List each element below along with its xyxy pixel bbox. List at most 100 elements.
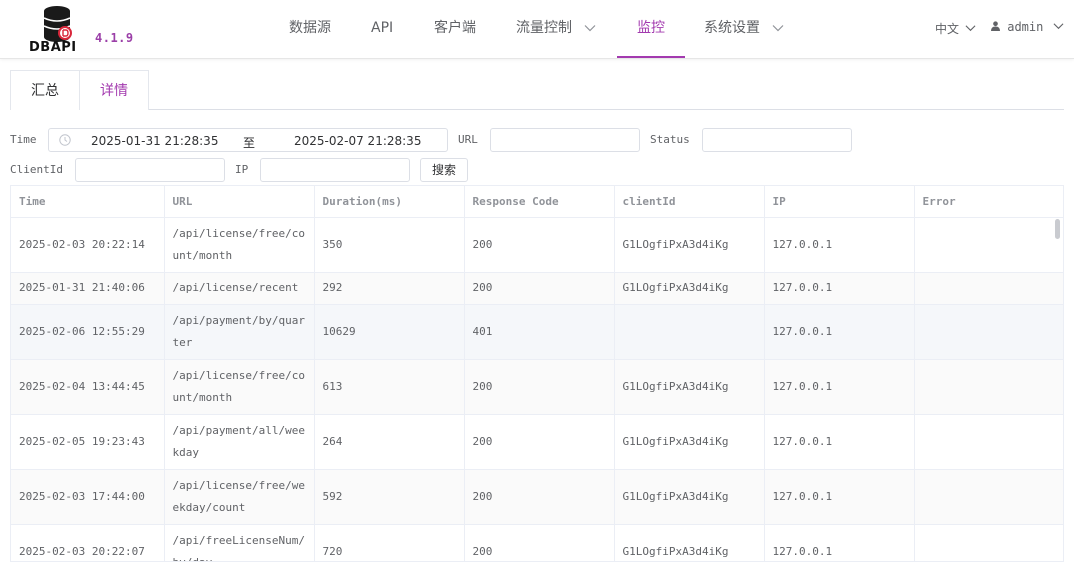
request-log-table: Time URL Duration(ms) Response Code clie… (10, 185, 1064, 562)
url-label: URL (458, 133, 478, 146)
cell-time: 2025-02-03 17:44:00 (11, 469, 165, 525)
cell-ip: 127.0.0.1 (764, 272, 915, 305)
user-name: admin (1007, 20, 1044, 34)
nav-system-settings-label: 系统设置 (704, 20, 760, 36)
cell-ip: 127.0.0.1 (764, 359, 915, 415)
cell-response-code: 401 (464, 304, 615, 360)
cell-response-code: 200 (464, 359, 615, 415)
cell-error (914, 217, 1063, 273)
nav-datasource[interactable]: 数据源 (289, 0, 331, 58)
cell-url: /api/freeLicenseNum/by/day (164, 524, 315, 561)
user-icon (991, 21, 1000, 31)
cell-error (914, 524, 1063, 561)
cell-time: 2025-02-04 13:44:45 (11, 359, 165, 415)
cell-clientid: G1LOgfiPxA3d4iKg (614, 524, 765, 561)
cell-duration: 720 (314, 524, 465, 561)
table-row[interactable]: 2025-01-31 21:40:06 /api/license/recent … (11, 272, 1063, 305)
column-header-duration[interactable]: Duration(ms) (314, 186, 465, 218)
top-navbar: DBAPI 4.1.9 数据源 API 客户端 流量控制 监控 系统设置 中文 … (0, 0, 1074, 59)
nav-api[interactable]: API (371, 0, 393, 58)
cell-ip: 127.0.0.1 (764, 469, 915, 525)
time-end-value[interactable]: 2025-02-07 21:28:35 (294, 134, 421, 148)
cell-response-code: 200 (464, 524, 615, 561)
chevron-down-icon (965, 25, 976, 32)
table-row[interactable]: 2025-02-04 13:44:45 /api/license/free/co… (11, 359, 1063, 415)
clock-icon (59, 134, 71, 146)
cell-duration: 292 (314, 272, 465, 305)
chevron-down-icon (1053, 23, 1064, 30)
cell-response-code: 200 (464, 414, 615, 470)
chevron-down-icon (773, 25, 784, 32)
nav-system-settings[interactable]: 系统设置 (704, 0, 784, 58)
cell-duration: 592 (314, 469, 465, 525)
cell-clientid: G1LOgfiPxA3d4iKg (614, 359, 765, 415)
cell-error (914, 272, 1063, 305)
ip-input[interactable] (260, 158, 410, 182)
cell-time: 2025-01-31 21:40:06 (11, 272, 165, 305)
monitor-tabs: 汇总 详情 (10, 70, 1064, 110)
search-button[interactable]: 搜索 (420, 158, 468, 182)
time-separator: 至 (243, 136, 256, 150)
cell-duration: 613 (314, 359, 465, 415)
column-header-ip[interactable]: IP (764, 186, 915, 218)
nav-client[interactable]: 客户端 (434, 0, 476, 58)
cell-ip: 127.0.0.1 (764, 217, 915, 273)
cell-url: /api/payment/by/quarter (164, 304, 315, 360)
version-label: 4.1.9 (95, 31, 134, 45)
table-header: Time URL Duration(ms) Response Code clie… (11, 186, 1063, 218)
cell-error (914, 359, 1063, 415)
clientid-input[interactable] (75, 158, 225, 182)
cell-response-code: 200 (464, 469, 615, 525)
nav-datasource-label: 数据源 (289, 20, 331, 36)
status-input[interactable] (702, 128, 852, 152)
language-label: 中文 (935, 22, 960, 36)
nav-client-label: 客户端 (434, 20, 476, 36)
table-scrollbar[interactable] (1055, 219, 1060, 239)
cell-time: 2025-02-03 20:22:07 (11, 524, 165, 561)
time-range-picker[interactable]: 2025-01-31 21:28:35 至 2025-02-07 21:28:3… (48, 128, 448, 152)
cell-url: /api/license/free/count/month (164, 217, 315, 273)
cell-response-code: 200 (464, 272, 615, 305)
nav-flow-control-label: 流量控制 (516, 20, 572, 36)
cell-time: 2025-02-05 19:23:43 (11, 414, 165, 470)
cell-error (914, 304, 1063, 360)
cell-time: 2025-02-06 12:55:29 (11, 304, 165, 360)
nav-monitor[interactable]: 监控 (617, 0, 685, 58)
table-row[interactable]: 2025-02-03 17:44:00 /api/license/free/we… (11, 469, 1063, 525)
column-header-error[interactable]: Error (914, 186, 1063, 218)
column-header-url[interactable]: URL (164, 186, 315, 218)
nav-monitor-label: 监控 (637, 20, 665, 36)
column-header-time[interactable]: Time (11, 186, 165, 218)
cell-ip: 127.0.0.1 (764, 524, 915, 561)
cell-duration: 350 (314, 217, 465, 273)
cell-duration: 10629 (314, 304, 465, 360)
cell-clientid: G1LOgfiPxA3d4iKg (614, 272, 765, 305)
column-header-response-code[interactable]: Response Code (464, 186, 615, 218)
time-start-value[interactable]: 2025-01-31 21:28:35 (91, 134, 218, 148)
user-dropdown[interactable]: admin (991, 20, 1064, 34)
cell-url: /api/license/free/count/month (164, 359, 315, 415)
cell-time: 2025-02-03 20:22:14 (11, 217, 165, 273)
tab-details[interactable]: 详情 (79, 70, 149, 110)
nav-flow-control[interactable]: 流量控制 (516, 0, 596, 58)
cell-clientid: G1LOgfiPxA3d4iKg (614, 414, 765, 470)
cell-clientid: G1LOgfiPxA3d4iKg (614, 469, 765, 525)
url-input[interactable] (490, 128, 640, 152)
nav-api-label: API (371, 20, 394, 36)
ip-label: IP (235, 163, 249, 176)
cell-error (914, 414, 1063, 470)
column-header-clientid[interactable]: clientId (614, 186, 765, 218)
cell-ip: 127.0.0.1 (764, 414, 915, 470)
cell-response-code: 200 (464, 217, 615, 273)
table-row[interactable]: 2025-02-03 20:22:07 /api/freeLicenseNum/… (11, 524, 1063, 561)
table-row[interactable]: 2025-02-06 12:55:29 /api/payment/by/quar… (11, 304, 1063, 360)
cell-url: /api/payment/all/weekday (164, 414, 315, 470)
tab-summary[interactable]: 汇总 (10, 70, 80, 110)
cell-ip: 127.0.0.1 (764, 304, 915, 360)
cell-clientid (614, 304, 765, 360)
table-row[interactable]: 2025-02-05 19:23:43 /api/payment/all/wee… (11, 414, 1063, 470)
language-dropdown[interactable]: 中文 (935, 20, 976, 37)
status-label: Status (650, 133, 690, 146)
table-row[interactable]: 2025-02-03 20:22:14 /api/license/free/co… (11, 217, 1063, 273)
cell-url: /api/license/free/weekday/count (164, 469, 315, 525)
